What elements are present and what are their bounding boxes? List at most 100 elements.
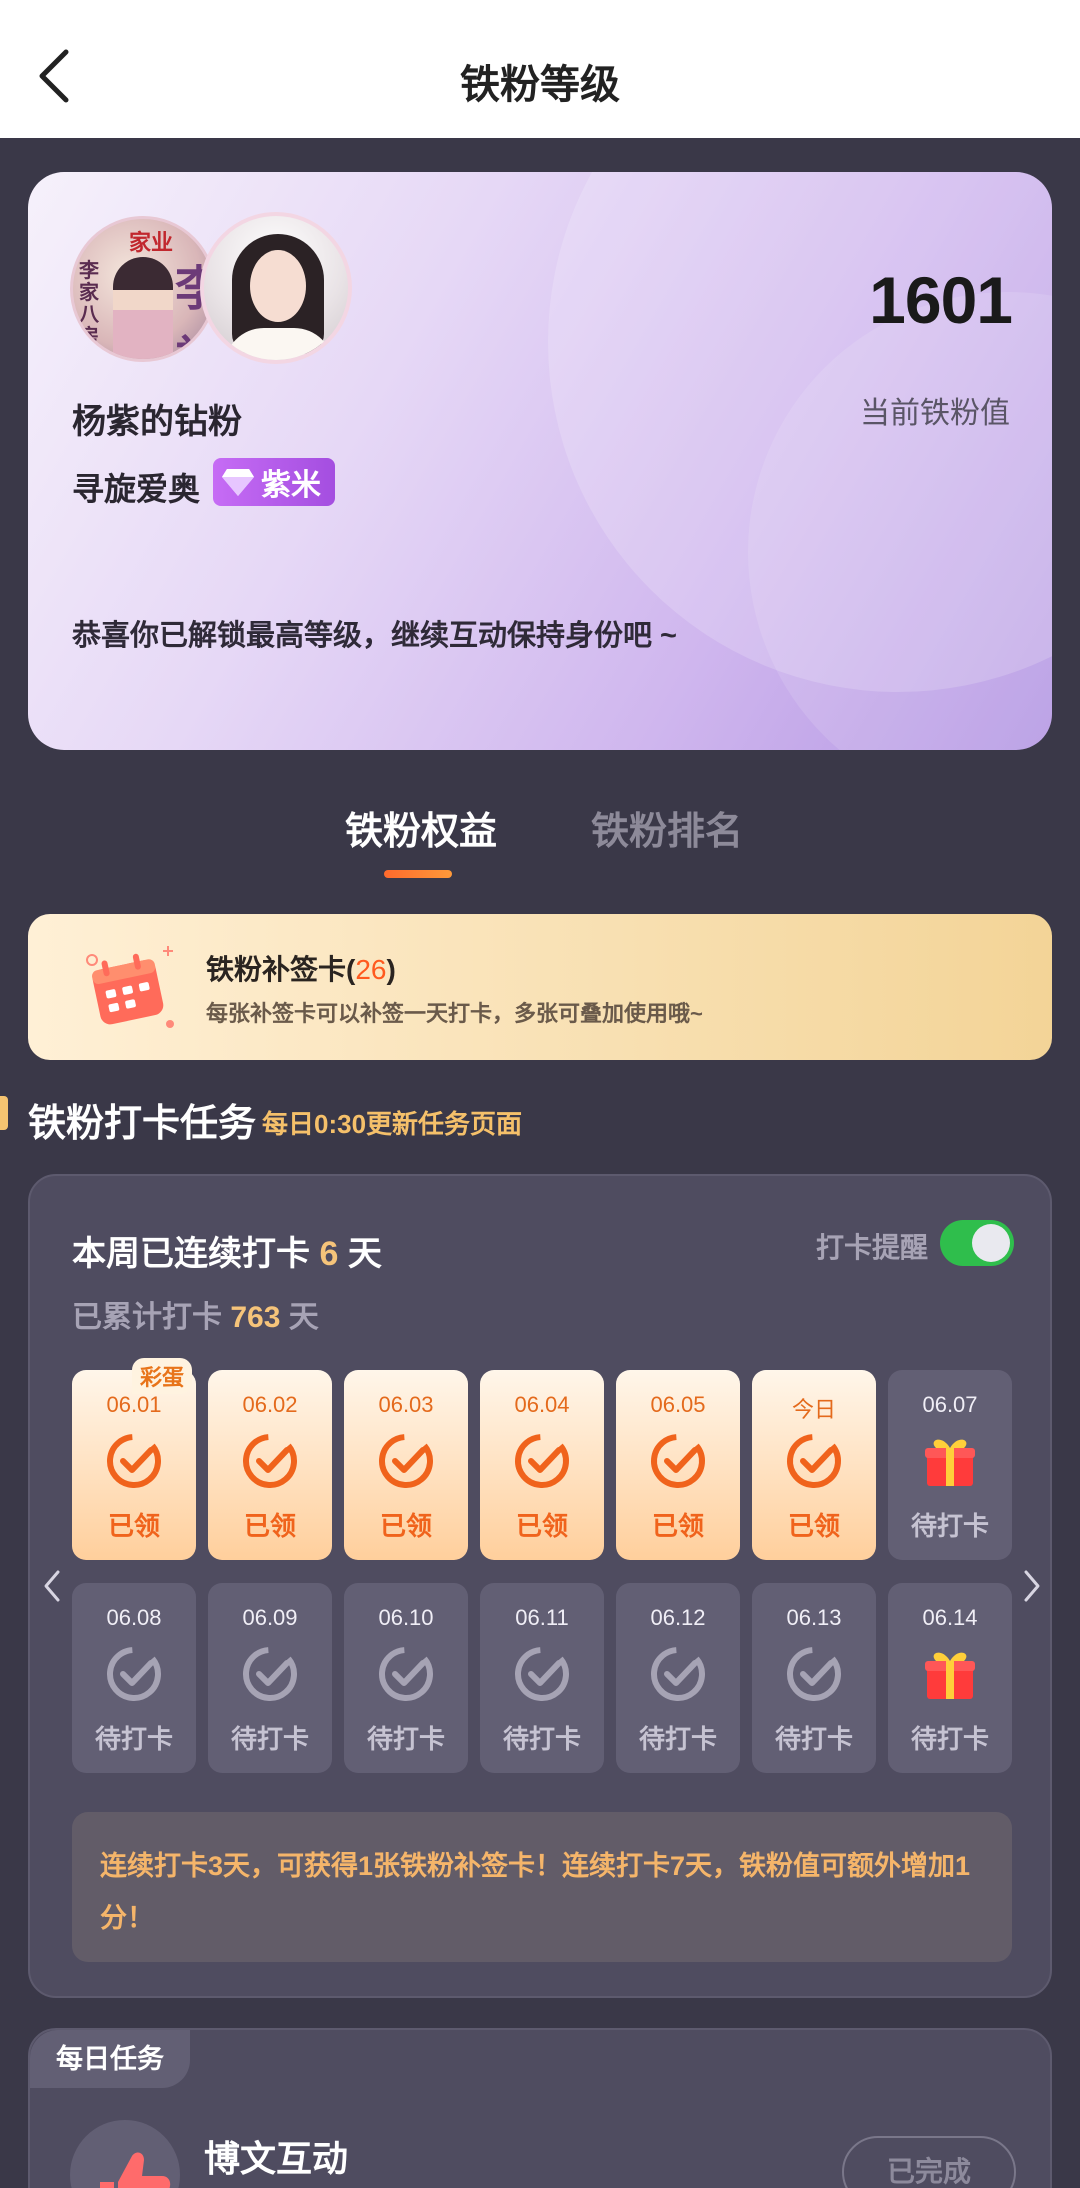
checkin-day-date: 06.04 [514, 1392, 570, 1417]
checkin-day-date: 06.08 [106, 1605, 162, 1630]
reminder-toggle[interactable] [940, 1220, 1014, 1266]
top-bar: 铁粉等级 [0, 0, 1080, 138]
checkin-day-date: 今日 [791, 1397, 836, 1422]
checkin-day-status: 待打卡 [910, 1511, 989, 1541]
check-circle-icon [241, 1645, 299, 1703]
checkin-day[interactable]: 06.09 待打卡 [208, 1583, 332, 1773]
checkin-day[interactable]: 06.07 待打卡 [888, 1370, 1012, 1560]
checkin-day[interactable]: 06.04 已领 [480, 1370, 604, 1560]
check-circle-icon [649, 1432, 707, 1490]
check-circle-icon [377, 1645, 435, 1703]
checkin-day[interactable]: 彩蛋 06.01 已领 [72, 1358, 196, 1560]
check-circle-icon [105, 1645, 163, 1703]
checkin-day[interactable]: 06.14 待打卡 [888, 1583, 1012, 1773]
makeup-card-title: 铁粉补签卡(26) [206, 954, 396, 985]
checkin-day-date: 06.13 [786, 1605, 842, 1630]
weekly-streak: 本周已连续打卡 6 天 [72, 1235, 382, 1273]
checkin-day[interactable]: 06.13 待打卡 [752, 1583, 876, 1773]
checkin-rules-text: 连续打卡3天，可获得1张铁粉补签卡！连续打卡7天，铁粉值可额外增加1分！ [100, 1851, 971, 1933]
checkin-day[interactable]: 06.12 待打卡 [616, 1583, 740, 1773]
checkin-day[interactable]: 06.11 待打卡 [480, 1583, 604, 1773]
fan-score-label: 当前铁粉值 [860, 397, 1010, 430]
daily-task-tag: 每日任务 [30, 2030, 190, 2088]
profile-card: 家业 李家八房 李衫 1601 当前铁粉值 杨紫的钻粉 寻旋爱奥 紫米 恭喜你已… [28, 172, 1052, 750]
gift-icon [921, 1645, 979, 1703]
checkin-day-date: 06.09 [242, 1605, 298, 1630]
checkin-day-date: 06.01 [106, 1392, 162, 1417]
check-circle-icon [649, 1645, 707, 1703]
checkin-day-date: 06.12 [650, 1605, 706, 1630]
chevron-right-icon[interactable] [1020, 1566, 1044, 1606]
checkin-day-status: 已领 [107, 1511, 160, 1541]
check-circle-icon [513, 1645, 571, 1703]
checkin-day-status: 待打卡 [502, 1724, 581, 1754]
avatar-text: 家业 [129, 230, 174, 256]
avatar-text: 李家八房 [79, 258, 99, 348]
check-circle-icon [377, 1432, 435, 1490]
reminder-label: 打卡提醒 [816, 1232, 929, 1263]
checkin-day-status: 已领 [243, 1511, 296, 1541]
checkin-day-status: 已领 [379, 1511, 432, 1541]
gift-icon [921, 1432, 979, 1490]
easter-egg-badge: 彩蛋 [132, 1358, 193, 1394]
section-title: 铁粉打卡任务 [28, 1103, 257, 1145]
checkin-day-date: 06.10 [378, 1605, 434, 1630]
checkin-day-status: 待打卡 [366, 1724, 445, 1754]
checkin-day-date: 06.05 [650, 1392, 706, 1417]
section-subtitle: 每日0:30更新任务页面 [262, 1109, 523, 1139]
fan-score: 1601 [869, 263, 1013, 337]
checkin-day[interactable]: 06.02 已领 [208, 1370, 332, 1560]
chevron-left-icon[interactable] [40, 1566, 64, 1606]
checkin-day-status: 待打卡 [230, 1724, 309, 1754]
checkin-day-status: 待打卡 [638, 1724, 717, 1754]
diamond-icon [222, 469, 254, 496]
makeup-card-banner[interactable]: 铁粉补签卡(26) 每张补签卡可以补签一天打卡，多张可叠加使用哦~ [28, 914, 1052, 1060]
checkin-day-status: 已领 [651, 1511, 704, 1541]
checkin-day[interactable]: 06.10 待打卡 [344, 1583, 468, 1773]
checkin-day-status: 待打卡 [774, 1724, 853, 1754]
checkin-panel: 本周已连续打卡 6 天 已累计打卡 763 天 打卡提醒 彩蛋 06.01 已领 06… [28, 1174, 1052, 1998]
checkin-day-date: 06.11 [515, 1605, 569, 1630]
calendar-icon [86, 946, 174, 1028]
checkin-day[interactable]: 06.05 已领 [616, 1370, 740, 1560]
toggle-knob [972, 1224, 1010, 1262]
user-avatar[interactable] [200, 212, 352, 364]
checkin-day-status: 已领 [515, 1511, 568, 1541]
checkin-day-status: 已领 [787, 1511, 840, 1541]
checkin-day-status: 待打卡 [94, 1724, 173, 1754]
check-circle-icon [241, 1432, 299, 1490]
section-accent-bar [0, 1096, 8, 1130]
task-title: 博文互动 [204, 2138, 349, 2179]
checkin-day[interactable]: 06.03 已领 [344, 1370, 468, 1560]
avatar-face [250, 250, 306, 322]
tab-fan-benefits[interactable]: 铁粉权益 [345, 800, 497, 855]
checkin-rules-tip: 连续打卡3天，可获得1张铁粉补签卡！连续打卡7天，铁粉值可额外增加1分！ [72, 1812, 1012, 1962]
level-message: 恭喜你已解锁最高等级，继续互动保持身份吧 ~ [72, 620, 677, 652]
makeup-card-count: 26 [355, 954, 387, 985]
check-circle-icon [513, 1432, 571, 1490]
checkin-day-date: 06.07 [922, 1392, 978, 1417]
check-circle-icon [785, 1432, 843, 1490]
checkin-day[interactable]: 今日 已领 [752, 1370, 876, 1560]
idol-avatar[interactable]: 家业 李家八房 李衫 [70, 216, 216, 362]
page-title: 铁粉等级 [460, 63, 620, 107]
checkin-day[interactable]: 06.08 待打卡 [72, 1583, 196, 1773]
daily-task-panel: 每日任务 博文互动 已完成 [28, 2028, 1052, 2188]
thumbs-up-icon [70, 2120, 180, 2188]
avatar-figure [113, 257, 173, 359]
checkin-day-date: 06.02 [242, 1392, 298, 1417]
checkin-day-status: 待打卡 [910, 1724, 989, 1754]
active-tab-indicator [384, 870, 452, 878]
task-completed-button[interactable]: 已完成 [842, 2136, 1016, 2188]
check-circle-icon [785, 1645, 843, 1703]
fan-badge: 紫米 [213, 458, 335, 506]
fan-badge-label: 紫米 [261, 469, 321, 502]
fan-club-name: 寻旋爱奥 [72, 471, 201, 507]
tab-fan-ranking[interactable]: 铁粉排名 [591, 800, 743, 855]
makeup-card-desc: 每张补签卡可以补签一天打卡，多张可叠加使用哦~ [206, 1001, 703, 1026]
fan-level-title: 杨紫的钻粉 [72, 403, 242, 441]
total-checkins: 已累计打卡 763 天 [72, 1301, 319, 1334]
checkin-day-date: 06.14 [922, 1605, 978, 1630]
checkin-day-date: 06.03 [378, 1392, 434, 1417]
check-circle-icon [105, 1432, 163, 1490]
